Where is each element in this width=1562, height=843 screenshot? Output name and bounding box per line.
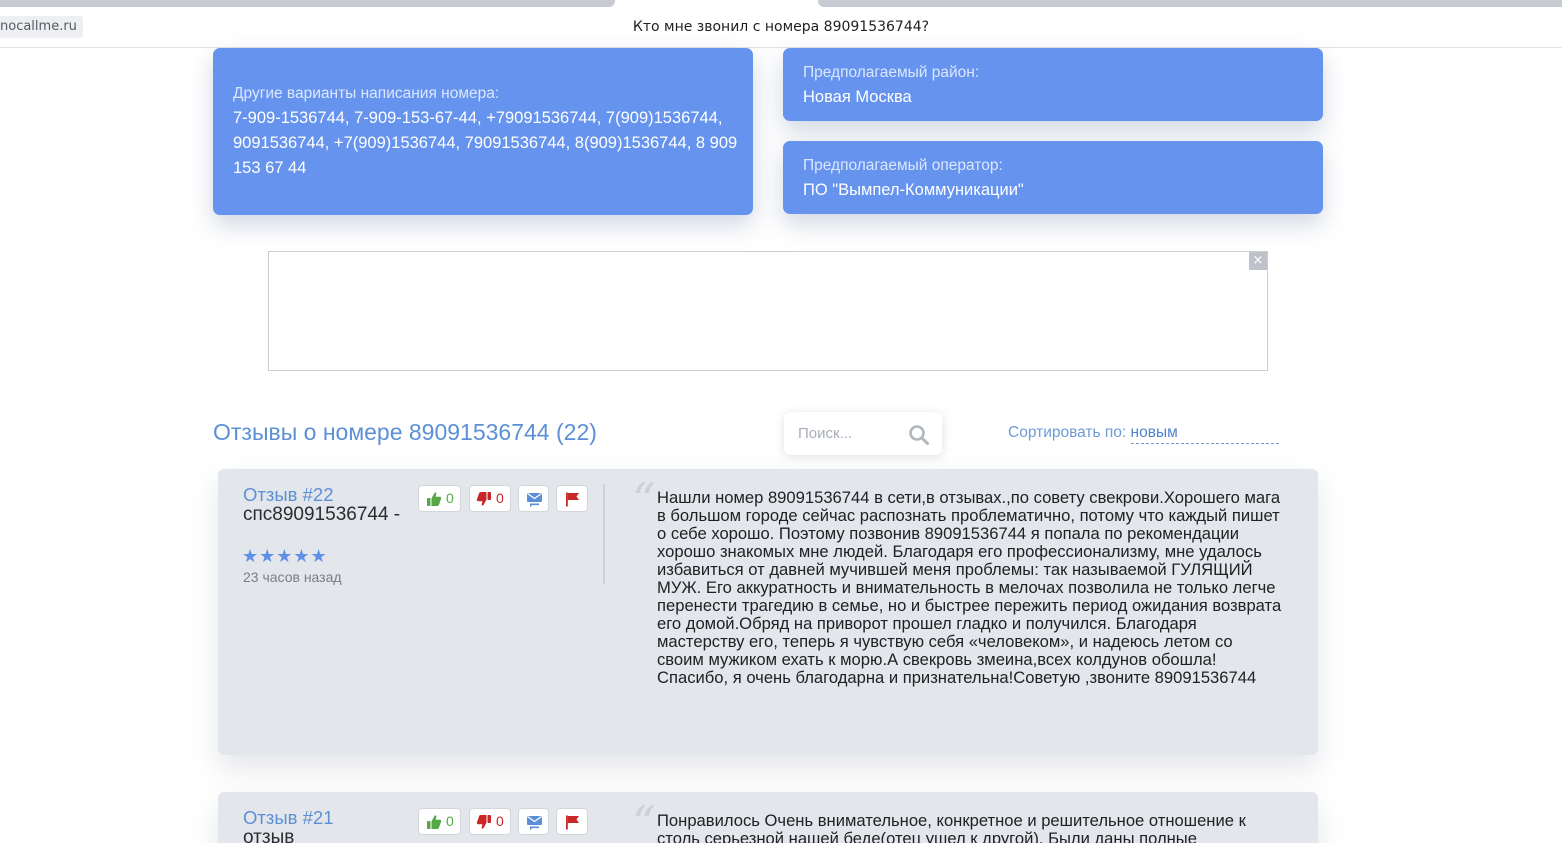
rating-stars: ★★★★★	[242, 546, 328, 567]
search-input[interactable]	[784, 412, 904, 455]
review-author: спс89091536744 -	[243, 504, 401, 525]
browser-tab-strip	[0, 0, 1562, 7]
reply-button[interactable]	[518, 808, 549, 835]
review-divider	[603, 484, 605, 584]
ad-banner: ×	[268, 251, 1268, 371]
number-variants-label: Другие варианты написания номера:	[233, 85, 500, 102]
review-text: Нашли номер 89091536744 в сети,в отзывах…	[657, 488, 1282, 687]
like-count: 0	[446, 490, 454, 506]
sort-control: Сортировать по: новым	[1008, 424, 1279, 444]
like-count: 0	[446, 813, 454, 829]
region-value: Новая Москва	[803, 88, 912, 106]
review-author: отзыв	[243, 827, 295, 843]
page-title: Кто мне звонил с номера 89091536744?	[632, 19, 930, 35]
reviews-title: Отзывы о номере 89091536744 (22)	[213, 419, 597, 445]
dislike-count: 0	[496, 490, 504, 506]
thumbs-up-icon	[427, 815, 442, 829]
thumbs-up-icon	[427, 492, 442, 506]
report-button[interactable]	[556, 808, 588, 835]
number-variants-value: 7-909-1536744, 7-909-153-67-44, +7909153…	[233, 109, 738, 177]
close-icon[interactable]: ×	[1249, 252, 1267, 270]
report-button[interactable]	[556, 485, 588, 512]
like-button[interactable]: 0	[418, 808, 461, 835]
sort-dropdown[interactable]: новым	[1130, 424, 1279, 444]
search-box	[784, 412, 942, 455]
review-text: Понравилось Очень внимательное, конкретн…	[657, 811, 1246, 843]
region-card: Предполагаемый район: Новая Москва	[783, 48, 1323, 121]
flag-icon	[566, 815, 579, 830]
quote-icon: “	[632, 473, 656, 527]
number-variants-card: Другие варианты написания номера: 7-909-…	[213, 48, 753, 215]
review-number-link[interactable]: Отзыв #22	[243, 484, 333, 506]
reply-button[interactable]	[518, 485, 549, 512]
quote-icon: “	[632, 796, 656, 843]
mail-reply-icon	[527, 815, 542, 831]
thumbs-down-icon	[476, 492, 491, 506]
search-icon[interactable]	[908, 424, 930, 446]
operator-card: Предполагаемый оператор: ПО "Вымпел-Комм…	[783, 141, 1323, 214]
browser-tab[interactable]	[0, 0, 615, 7]
operator-value: ПО "Вымпел-Коммуникации"	[803, 181, 1024, 199]
page: nocallme.ru Кто мне звонил с номера 8909…	[0, 0, 1562, 843]
sort-label: Сортировать по:	[1008, 424, 1127, 441]
mail-reply-icon	[527, 492, 542, 508]
thumbs-down-icon	[476, 815, 491, 829]
dislike-button[interactable]: 0	[469, 808, 511, 835]
review-number-link[interactable]: Отзыв #21	[243, 807, 333, 829]
operator-label: Предполагаемый оператор:	[803, 157, 1003, 174]
review-card: Отзыв #22 спс89091536744 - ★★★★★ 23 часо…	[218, 469, 1318, 755]
review-time: 23 часов назад	[243, 569, 342, 585]
browser-title-bar: nocallme.ru Кто мне звонил с номера 8909…	[0, 7, 1562, 48]
browser-tab[interactable]	[818, 0, 1562, 7]
region-label: Предполагаемый район:	[803, 64, 980, 81]
flag-icon	[566, 492, 579, 507]
like-button[interactable]: 0	[418, 485, 461, 512]
review-card: Отзыв #21 отзыв 0 0 “ Понравилось Очень …	[218, 792, 1318, 843]
dislike-count: 0	[496, 813, 504, 829]
dislike-button[interactable]: 0	[469, 485, 511, 512]
